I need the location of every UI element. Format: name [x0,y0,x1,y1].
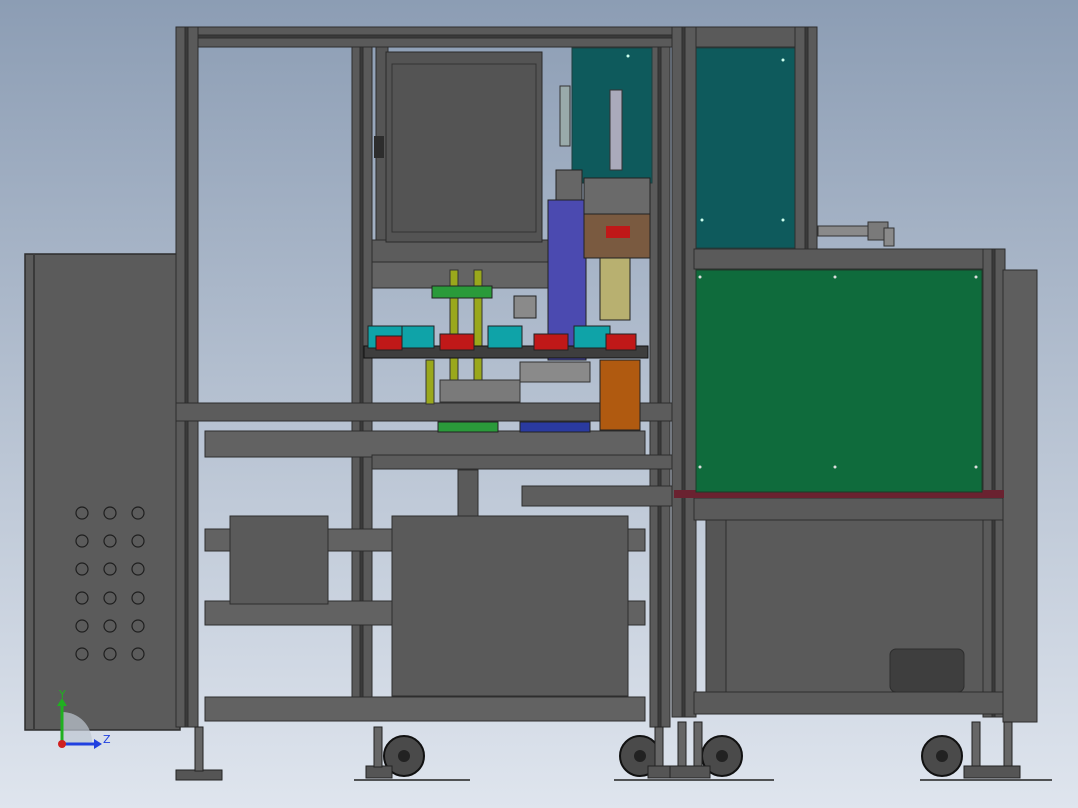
cad-viewport[interactable]: Y Z [0,0,1078,808]
upper-control-box [385,51,543,243]
triad-y-label: Y [59,688,66,701]
door-hinge [374,136,384,158]
green-guard-panel [695,269,983,493]
triad-z-label: Z [103,733,111,746]
electrical-cabinet [24,253,181,731]
machine-assembly-drawing [0,0,1078,808]
